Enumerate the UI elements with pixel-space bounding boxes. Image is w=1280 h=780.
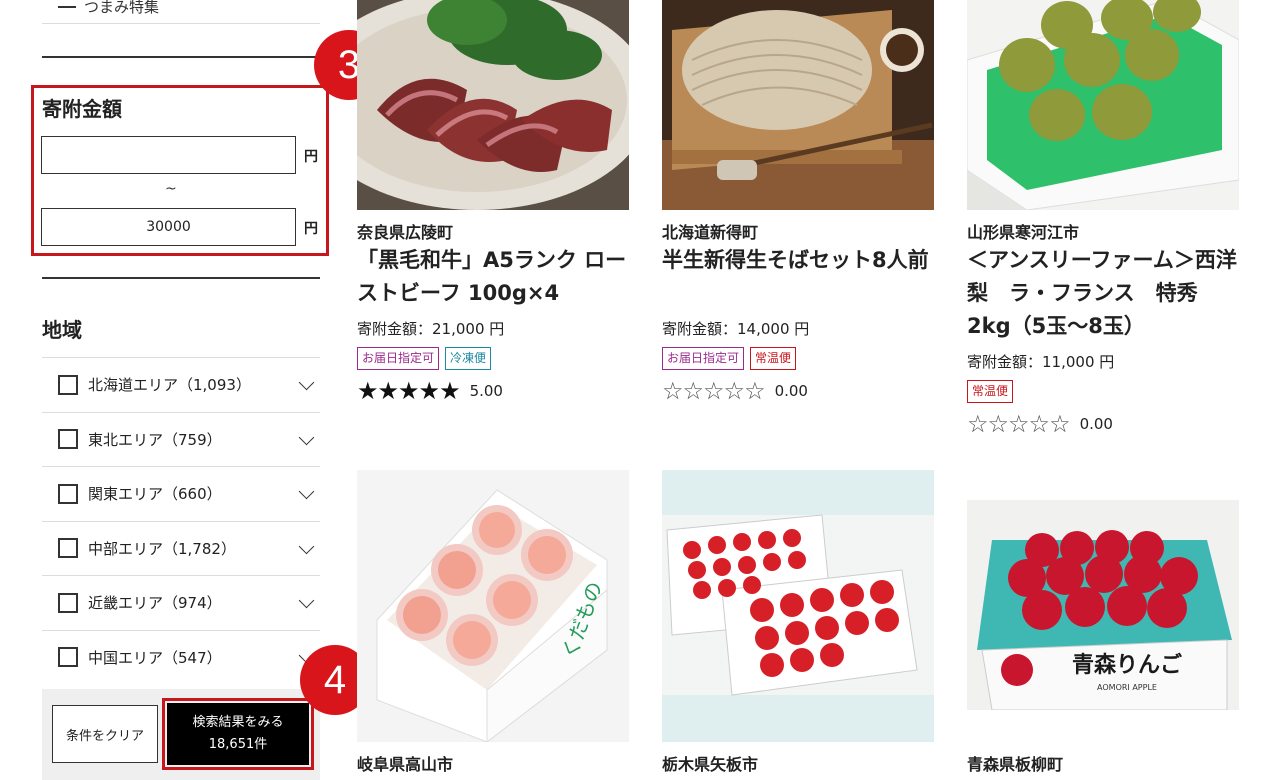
region-title: 地域 [42, 318, 82, 342]
region-item-hokkaido[interactable]: 北海道エリア（1,093） [42, 357, 320, 412]
region-label: 中部エリア（1,782） [88, 539, 236, 558]
product-card[interactable]: くだもの 岐阜県高山市 [357, 470, 629, 780]
rating-value: 0.00 [1079, 415, 1113, 433]
chevron-down-icon[interactable] [298, 483, 315, 500]
amount-max-input[interactable] [41, 208, 296, 246]
filter-sidebar: つまみ特集 寄附金額 円 ~ 円 3 地域 北海道エリア（1,093） 東北エリ… [0, 0, 384, 780]
product-title[interactable]: 「黒毛和牛」A5ランク ローストビーフ 100g×4 [357, 244, 629, 310]
product-location: 栃木県矢板市 [662, 755, 759, 774]
product-image-pear[interactable] [967, 0, 1239, 210]
star-rating-icons: ☆☆☆☆☆ [967, 410, 1071, 438]
tag-delivery-date: お届日指定可 [662, 347, 745, 370]
checkbox[interactable] [58, 592, 78, 613]
region-label: 北海道エリア（1,093） [88, 376, 251, 395]
yen-label-max: 円 [304, 221, 318, 237]
product-rating: ☆☆☆☆☆ 0.00 [662, 379, 808, 403]
region-label: 東北エリア（759） [88, 430, 222, 449]
amount-min-input[interactable] [41, 136, 296, 174]
checkbox[interactable] [58, 647, 78, 668]
tag-room-temp: 常温便 [967, 380, 1014, 403]
region-list: 北海道エリア（1,093） 東北エリア（759） 関東エリア（660） 中部エリ… [42, 357, 320, 684]
region-label: 近畿エリア（974） [88, 594, 222, 613]
product-rating: ☆☆☆☆☆ 0.00 [967, 412, 1113, 436]
product-card[interactable]: 北海道新得町 半生新得生そばセット8人前 寄附金額：14,000 円 お届日指定… [662, 0, 934, 420]
product-rating: ★★★★★ 5.00 [357, 379, 503, 403]
star-rating-icons: ☆☆☆☆☆ [662, 377, 766, 405]
region-item-chugoku[interactable]: 中国エリア（547） [42, 629, 320, 685]
search-result-count: 18,651件 [208, 737, 268, 752]
checkbox[interactable] [58, 374, 78, 395]
checkbox[interactable] [58, 538, 78, 559]
region-item-tohoku[interactable]: 東北エリア（759） [42, 411, 320, 467]
product-image-strawberry[interactable] [662, 470, 934, 742]
apple-box-label: 青森りんご [1072, 652, 1182, 678]
search-results-button[interactable]: 検索結果をみる 18,651件 [167, 703, 309, 765]
dash-icon [58, 5, 76, 8]
chevron-down-icon[interactable] [298, 592, 315, 609]
chevron-down-icon[interactable] [298, 374, 315, 391]
region-item-chubu[interactable]: 中部エリア（1,782） [42, 520, 320, 576]
clear-button[interactable]: 条件をクリア [52, 705, 158, 763]
checkbox[interactable] [58, 429, 78, 450]
prev-feature-item[interactable]: つまみ特集 [42, 0, 320, 24]
product-card[interactable]: 山形県寒河江市 ＜アンスリーファーム＞西洋梨 ラ・フランス 特秀2kg（5玉～8… [967, 0, 1239, 460]
product-location: 山形県寒河江市 [967, 223, 1080, 242]
apple-box-sub-label: AOMORI APPLE [1097, 683, 1157, 692]
product-price: 寄附金額：11,000 円 [967, 353, 1115, 371]
product-image-roast-beef[interactable] [357, 0, 629, 210]
chevron-down-icon[interactable] [298, 538, 315, 554]
product-location: 岐阜県高山市 [357, 755, 454, 774]
product-tags: お届日指定可 常温便 [662, 347, 797, 370]
product-card[interactable]: 栃木県矢板市 [662, 470, 934, 780]
region-item-kinki[interactable]: 近畿エリア（974） [42, 575, 320, 630]
prev-feature-label: つまみ特集 [84, 0, 160, 16]
region-label: 関東エリア（660） [88, 485, 222, 504]
product-price: 寄附金額：21,000 円 [357, 320, 505, 338]
product-location: 北海道新得町 [662, 223, 759, 242]
region-label: 中国エリア（547） [88, 648, 222, 667]
product-image-peach[interactable]: くだもの [357, 470, 629, 742]
range-tilde: ~ [165, 181, 177, 197]
product-title[interactable]: ＜アンスリーファーム＞西洋梨 ラ・フランス 特秀2kg（5玉～8玉） [967, 244, 1239, 343]
rating-value: 0.00 [774, 382, 808, 400]
region-item-kanto[interactable]: 関東エリア（660） [42, 466, 320, 521]
product-tags: 常温便 [967, 380, 1014, 403]
tag-frozen: 冷凍便 [445, 347, 492, 370]
star-rating-icons: ★★★★★ [357, 377, 461, 405]
tag-room-temp: 常温便 [750, 347, 797, 370]
checkbox[interactable] [58, 483, 78, 504]
amount-title: 寄附金額 [42, 97, 122, 121]
product-location: 青森県板柳町 [967, 755, 1064, 774]
search-button-label: 検索結果をみる [192, 715, 284, 730]
product-card[interactable]: 青森りんご AOMORI APPLE 青森県板柳町 [967, 470, 1239, 780]
yen-label-min: 円 [304, 149, 318, 165]
chevron-down-icon[interactable] [298, 429, 315, 445]
product-card[interactable]: 奈良県広陵町 「黒毛和牛」A5ランク ローストビーフ 100g×4 寄附金額：2… [357, 0, 629, 420]
product-image-soba[interactable] [662, 0, 934, 210]
product-location: 奈良県広陵町 [357, 223, 454, 242]
divider [42, 277, 320, 279]
product-price: 寄附金額：14,000 円 [662, 320, 810, 338]
product-title[interactable]: 半生新得生そばセット8人前 [662, 244, 934, 277]
rating-value: 5.00 [469, 382, 503, 400]
product-tags: お届日指定可 冷凍便 [357, 347, 492, 370]
divider [42, 56, 320, 58]
tag-delivery-date: お届日指定可 [357, 347, 440, 370]
product-image-apple[interactable]: 青森りんご AOMORI APPLE [967, 500, 1239, 710]
